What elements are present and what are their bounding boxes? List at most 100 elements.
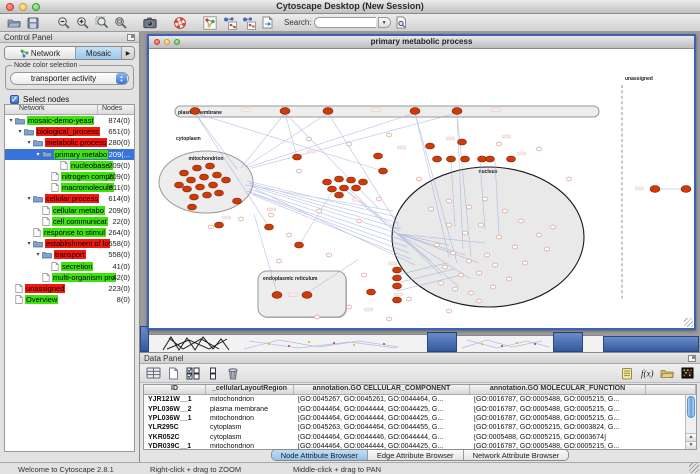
- select-attributes-icon[interactable]: [185, 366, 201, 381]
- zoom-selected-icon[interactable]: [93, 15, 109, 30]
- layout-network-icon[interactable]: [202, 15, 218, 30]
- tree-row[interactable]: Overview8(0): [5, 294, 134, 305]
- more-tabs-button[interactable]: ▶: [122, 47, 134, 59]
- export-document-icon[interactable]: [259, 15, 275, 30]
- table-scrollbar[interactable]: ▲ ▼: [685, 395, 696, 449]
- formula-fx-icon[interactable]: f(x): [639, 366, 655, 381]
- tree-row-label: Overview: [25, 295, 58, 304]
- background-window-fragment[interactable]: [427, 332, 457, 352]
- tree-row[interactable]: secretion41(0): [5, 260, 134, 271]
- control-panel-tabs: Network Mosaic ▶: [4, 46, 135, 60]
- tab-network[interactable]: Network: [5, 47, 76, 59]
- search-dropdown-button[interactable]: ▼: [378, 17, 391, 28]
- tree-row[interactable]: ▾mosaic-demo-yeast874(0): [5, 115, 134, 126]
- attribute-grid-icon[interactable]: [145, 366, 161, 381]
- tree-row[interactable]: ▾cellular process614(0): [5, 193, 134, 204]
- tree-row-label: secretion: [61, 262, 93, 271]
- region-plasma-membrane[interactable]: plasma membrane: [175, 106, 599, 117]
- expand-triangle-icon[interactable]: ▾: [16, 128, 24, 135]
- expand-triangle-icon[interactable]: ▾: [25, 195, 33, 202]
- table-row[interactable]: YPL036W__1mitochondrion[GO:0044464, GO:0…: [144, 414, 696, 423]
- background-window-fragment[interactable]: [553, 332, 583, 352]
- tree-row[interactable]: cellular metabo209(0): [5, 205, 134, 216]
- save-session-icon[interactable]: [25, 15, 41, 30]
- vizmap-red-nodes-icon[interactable]: [240, 15, 256, 30]
- float-panel-icon[interactable]: [127, 34, 135, 41]
- status-bar: Welcome to Cytoscape 2.8.1 Right-click +…: [0, 462, 700, 474]
- tree-column-nodes[interactable]: Nodes: [98, 105, 134, 114]
- region-nucleus[interactable]: nucleus: [392, 167, 584, 307]
- delete-attribute-icon[interactable]: [225, 366, 241, 381]
- node-color-dropdown[interactable]: transporter activity ▲▼: [10, 72, 129, 85]
- open-session-icon[interactable]: [6, 15, 22, 30]
- float-panel-icon[interactable]: [688, 355, 696, 362]
- select-nodes-checkbox[interactable]: ✓: [10, 95, 19, 104]
- column-header-molecular-function[interactable]: annotation.GO MOLECULAR_FUNCTION: [470, 385, 646, 394]
- tree-row[interactable]: ▾biological_process651(0): [5, 126, 134, 137]
- tree-row[interactable]: ▾primary metabo209(...: [5, 149, 134, 160]
- unselect-attributes-icon[interactable]: [205, 366, 221, 381]
- table-cell: [GO:0045263, GO:0044464, GO:0044455, G..…: [294, 424, 470, 431]
- background-window-fragment[interactable]: [583, 335, 603, 352]
- status-welcome: Welcome to Cytoscape 2.8.1: [18, 465, 114, 474]
- scrollbar-thumb[interactable]: [687, 396, 695, 418]
- tree-row[interactable]: ▾metabolic process280(0): [5, 137, 134, 148]
- tree-column-network[interactable]: Network: [5, 105, 98, 114]
- tab-edge-attribute-browser[interactable]: Edge Attribute Browser: [368, 450, 464, 460]
- scroll-down-button[interactable]: ▼: [686, 441, 696, 449]
- tab-node-attribute-browser[interactable]: Node Attribute Browser: [272, 450, 368, 460]
- import-folder-icon[interactable]: [659, 366, 675, 381]
- snapshot-camera-icon[interactable]: [142, 15, 158, 30]
- vizmap-blue-nodes-icon[interactable]: [221, 15, 237, 30]
- window-resize-grip[interactable]: [684, 318, 693, 327]
- network-canvas[interactable]: plasma membrane cytoplasm mitochondrion …: [149, 49, 694, 328]
- annotation-notepad-icon[interactable]: [619, 366, 635, 381]
- background-window-fragment[interactable]: [149, 334, 427, 352]
- expand-triangle-icon[interactable]: ▾: [7, 117, 15, 124]
- table-row[interactable]: YLR295Ccytoplasm[GO:0045263, GO:0044464,…: [144, 423, 696, 432]
- column-header-region[interactable]: _cellularLayoutRegion: [206, 385, 294, 394]
- table-row[interactable]: YKR052Ccytoplasm[GO:0044464, GO:0044446,…: [144, 433, 696, 442]
- column-header-cellular-component[interactable]: annotation.GO CELLULAR_COMPONENT: [294, 385, 470, 394]
- network-view-window[interactable]: primary metabolic process plasma membran…: [147, 34, 696, 330]
- tree-row-node-count: 42(0): [112, 273, 130, 282]
- expand-triangle-icon[interactable]: ▾: [34, 151, 42, 158]
- tab-network-attribute-browser[interactable]: Network Attribute Browser: [464, 450, 569, 460]
- zoom-in-icon[interactable]: [74, 15, 90, 30]
- column-header-id[interactable]: ID: [144, 385, 206, 394]
- expand-triangle-icon[interactable]: ▾: [25, 240, 33, 247]
- scroll-up-button[interactable]: ▲: [686, 433, 696, 441]
- background-window-fragment[interactable]: [457, 335, 553, 352]
- zoom-out-icon[interactable]: [55, 15, 71, 30]
- search-input[interactable]: [314, 17, 376, 28]
- tab-mosaic[interactable]: Mosaic: [76, 47, 122, 59]
- table-cell: cytoplasm: [206, 424, 294, 431]
- tree-row[interactable]: unassigned223(0): [5, 283, 134, 294]
- tree-row[interactable]: nitrogen compo209(0): [5, 171, 134, 182]
- tree-row-label: cellular process: [45, 194, 99, 203]
- network-window-titlebar[interactable]: primary metabolic process: [149, 36, 694, 49]
- background-window-fragment[interactable]: [603, 336, 699, 352]
- tree-row[interactable]: ▾establishment of lo558(0): [5, 238, 134, 249]
- new-attribute-icon[interactable]: [165, 366, 181, 381]
- search-advanced-icon[interactable]: [394, 15, 410, 30]
- tree-row-node-count: 209(...: [109, 150, 130, 159]
- zoom-fit-icon[interactable]: [112, 15, 128, 30]
- table-cell: YPL036W__1: [144, 415, 206, 422]
- tree-row[interactable]: cell communicat22(0): [5, 216, 134, 227]
- tree-row[interactable]: macromolecule311(0): [5, 182, 134, 193]
- help-lifebuoy-icon[interactable]: [172, 15, 188, 30]
- matrix-view-icon[interactable]: [679, 366, 695, 381]
- svg-text:unassigned: unassigned: [625, 76, 653, 82]
- tree-row-node-count: 558(0): [108, 250, 130, 259]
- tree-row[interactable]: ▾transport558(0): [5, 249, 134, 260]
- app-resize-grip[interactable]: [689, 463, 699, 473]
- tree-row[interactable]: nucleobase-209(0): [5, 160, 134, 171]
- table-row[interactable]: YJR121W__1mitochondrion[GO:0045267, GO:0…: [144, 395, 696, 404]
- tree-row-node-count: 651(0): [108, 127, 130, 136]
- table-row[interactable]: YPL036W__2plasma membrane[GO:0044464, GO…: [144, 404, 696, 413]
- expand-triangle-icon[interactable]: ▾: [25, 139, 33, 146]
- tree-row[interactable]: response to stimul264(0): [5, 227, 134, 238]
- tree-row[interactable]: multi-organism pro42(0): [5, 272, 134, 283]
- expand-triangle-icon[interactable]: ▾: [34, 251, 42, 258]
